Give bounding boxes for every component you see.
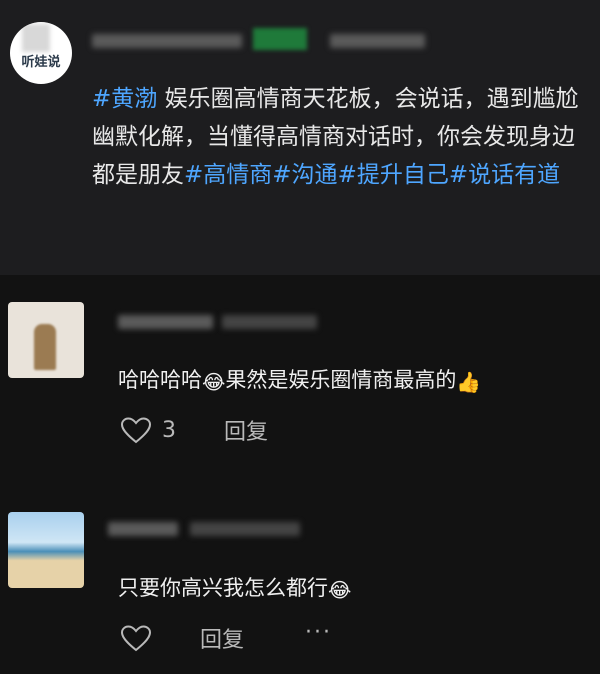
thumbs-up-emoji-icon: 👍 [456, 370, 482, 394]
comment-avatar[interactable] [8, 512, 84, 588]
comment-text-part: 哈哈哈哈 [118, 368, 202, 392]
heart-icon[interactable] [120, 624, 152, 652]
avatar-figure [34, 324, 56, 370]
post-avatar[interactable]: 听娃说 [10, 22, 72, 84]
more-options-icon[interactable]: ··· [305, 620, 332, 645]
avatar-text: 听娃说 [21, 55, 61, 70]
avatar-blur [22, 24, 50, 52]
comment-avatar[interactable] [8, 302, 84, 378]
post-badge-blurred [253, 28, 307, 50]
like-count: 3 [162, 417, 176, 443]
hashtag-link[interactable]: #说话有道 [449, 162, 560, 188]
hashtag-link[interactable]: #黄渤 [92, 86, 157, 112]
hashtag-link[interactable]: #高情商 [184, 162, 272, 188]
hashtag-link[interactable]: #沟通 [272, 162, 337, 188]
comment-meta-blurred [190, 522, 300, 536]
post-meta-blurred [330, 34, 425, 48]
reply-button[interactable]: 回复 [224, 414, 268, 446]
comment-username-blurred[interactable] [118, 315, 213, 329]
comment-text-part: 果然是娱乐圈情商最高的 [225, 368, 457, 392]
heart-icon[interactable] [120, 416, 152, 444]
laughing-emoji-icon: 😂 [328, 578, 352, 602]
laughing-emoji-icon: 😂 [202, 370, 226, 394]
comment-text-part: 只要你高兴我怎么都行 [118, 576, 328, 600]
comment-text: 哈哈哈哈😂果然是娱乐圈情商最高的👍 [118, 364, 481, 394]
reply-button[interactable]: 回复 [200, 622, 244, 654]
comment-actions: 回复 [120, 622, 244, 654]
post-username-blurred[interactable] [92, 34, 242, 48]
comment-meta-blurred [222, 315, 317, 329]
post-text: #黄渤 娱乐圈高情商天花板，会说话，遇到尴尬幽默化解，当懂得高情商对话时，你会发… [92, 80, 588, 194]
comment-username-blurred[interactable] [108, 522, 178, 536]
hashtag-link[interactable]: #提升自己 [338, 162, 449, 188]
post-card: 听娃说 #黄渤 娱乐圈高情商天花板，会说话，遇到尴尬幽默化解，当懂得高情商对话时… [0, 0, 600, 275]
comment-text: 只要你高兴我怎么都行😂 [118, 572, 351, 602]
comment-actions: 3 回复 [120, 414, 268, 446]
